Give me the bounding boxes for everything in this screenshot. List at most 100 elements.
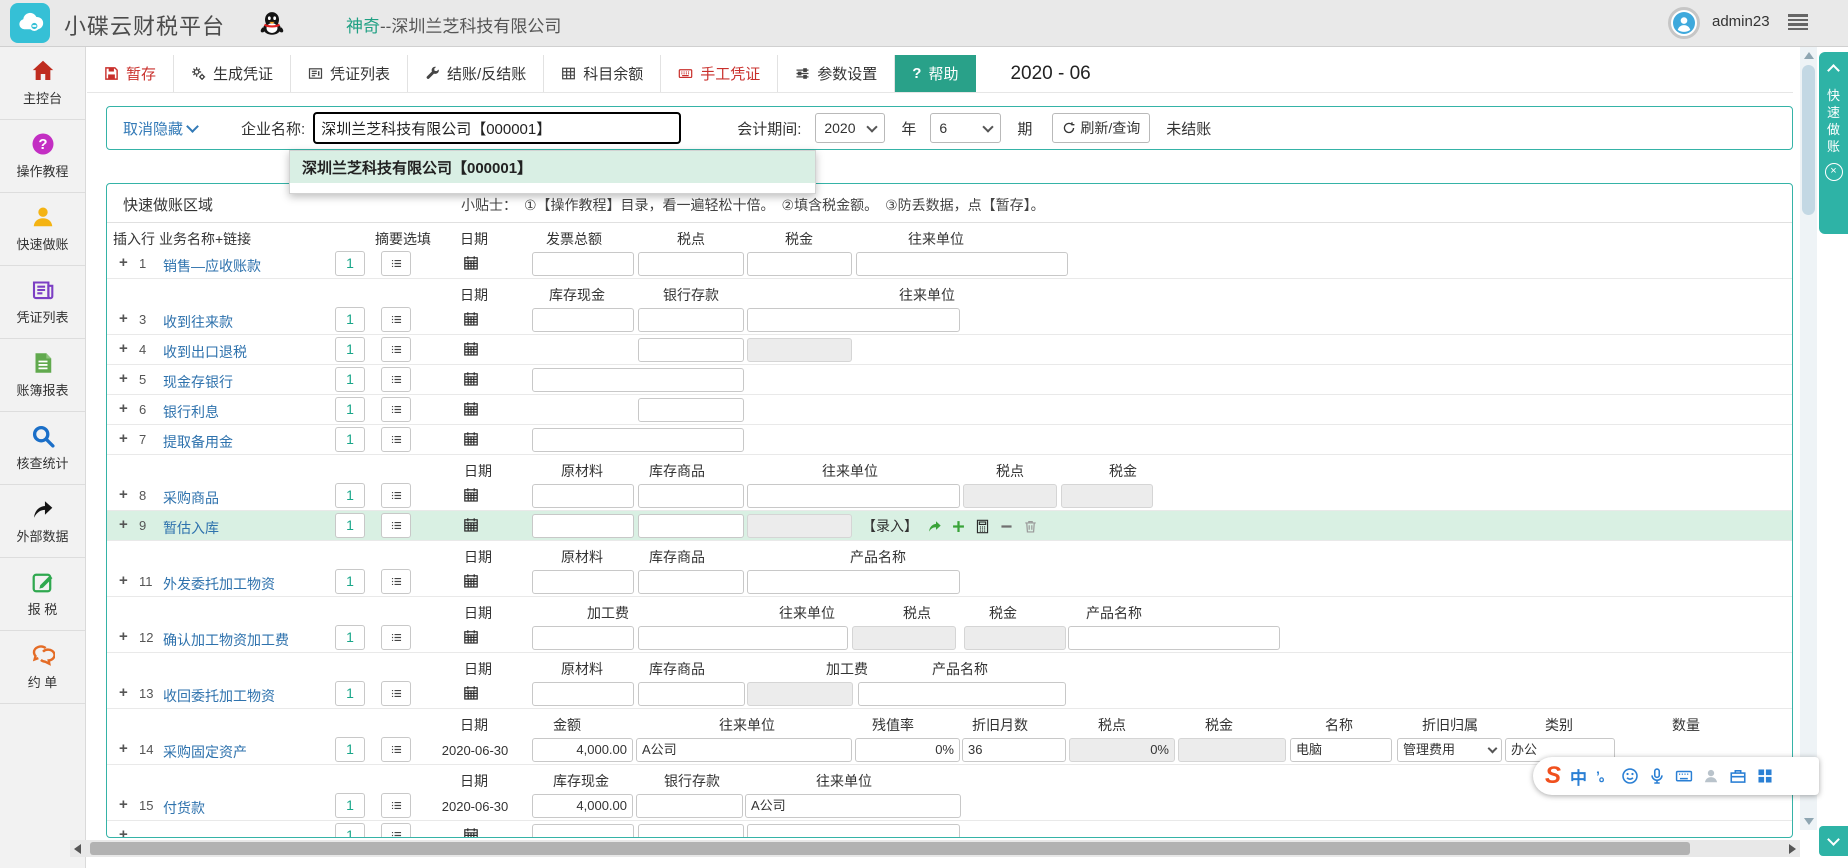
calendar-icon[interactable] [463, 311, 479, 327]
entry-count-box[interactable]: 1 [335, 427, 365, 452]
rail-vertical-label[interactable]: 快速做账 [1827, 87, 1840, 155]
toolbar-button-帮助[interactable]: ?帮助 [895, 55, 976, 92]
memo-select-button[interactable] [381, 427, 411, 452]
insert-row-icon[interactable]: + [119, 629, 128, 645]
entry-count-box[interactable]: 1 [335, 823, 365, 837]
chinese-mode[interactable]: 中 [1570, 764, 1587, 789]
scroll-up-arrow[interactable] [1804, 52, 1814, 59]
business-name-link[interactable]: 销售—应收账款 [163, 256, 261, 276]
field-input[interactable] [532, 252, 634, 276]
entry-count-box[interactable]: 1 [335, 337, 365, 362]
toolbar-button-凭证列表[interactable]: 凭证列表 [291, 55, 408, 92]
entry-count-box[interactable]: 1 [335, 737, 365, 762]
qq-penguin-icon[interactable] [258, 8, 286, 38]
toolbox-icon[interactable] [1729, 767, 1747, 785]
scroll-left-arrow[interactable] [74, 844, 81, 854]
horizontal-scrollbar[interactable] [70, 840, 1800, 857]
keyboard-blue-icon[interactable] [1675, 767, 1693, 785]
memo-select-button[interactable] [381, 483, 411, 508]
field-input[interactable] [1068, 626, 1280, 650]
field-input[interactable] [532, 824, 634, 837]
field-input[interactable]: 0% [855, 738, 960, 762]
field-input[interactable] [638, 514, 744, 538]
horizontal-scroll-thumb[interactable] [90, 842, 1690, 855]
year-select[interactable]: 2020 [815, 113, 885, 143]
memo-select-button[interactable] [381, 367, 411, 392]
rail-expand-down[interactable] [1819, 826, 1848, 856]
sidebar-item-快速做账[interactable]: 快速做账 [0, 193, 85, 266]
insert-row-icon[interactable]: + [119, 741, 128, 757]
scroll-right-arrow[interactable] [1789, 844, 1796, 854]
memo-select-button[interactable] [381, 513, 411, 538]
field-input[interactable] [747, 308, 960, 332]
refresh-query-button[interactable]: 刷新/查询 [1052, 113, 1150, 143]
insert-row-icon[interactable]: + [119, 311, 128, 327]
entry-count-box[interactable]: 1 [335, 251, 365, 276]
insert-row-icon[interactable]: + [119, 517, 128, 533]
sogou-logo[interactable]: S [1545, 764, 1561, 788]
field-input[interactable]: 4,000.00 [532, 738, 633, 762]
field-input[interactable] [638, 484, 744, 508]
field-input[interactable] [747, 570, 960, 594]
memo-select-button[interactable] [381, 681, 411, 706]
insert-row-icon[interactable]: + [119, 797, 128, 813]
calendar-icon[interactable] [463, 255, 479, 271]
business-name-link[interactable]: 提取备用金 [163, 432, 233, 452]
field-input[interactable] [532, 428, 744, 452]
entry-count-box[interactable]: 1 [335, 625, 365, 650]
entry-link[interactable]: 【录入】 [862, 516, 918, 536]
entry-count-box[interactable]: 1 [335, 367, 365, 392]
entry-count-box[interactable]: 1 [335, 307, 365, 332]
field-input[interactable] [858, 682, 1066, 706]
business-name-link[interactable]: 采购商品 [163, 488, 219, 508]
sidebar-item-约单[interactable]: 约 单 [0, 631, 85, 704]
field-input[interactable] [638, 682, 745, 706]
calendar-icon[interactable] [463, 827, 479, 837]
business-name-link[interactable]: 收到出口退税 [163, 342, 247, 362]
field-input[interactable] [638, 570, 744, 594]
memo-select-button[interactable] [381, 251, 411, 276]
field-input[interactable] [638, 308, 744, 332]
insert-row-icon[interactable]: + [119, 827, 128, 837]
entry-count-box[interactable]: 1 [335, 681, 365, 706]
field-select[interactable]: 管理费用 [1397, 738, 1502, 762]
insert-row-icon[interactable]: + [119, 487, 128, 503]
toolbar-button-科目余额[interactable]: 科目余额 [544, 55, 661, 92]
plus-icon[interactable] [951, 519, 966, 534]
field-input[interactable] [638, 824, 744, 837]
trash-icon[interactable] [1023, 519, 1038, 534]
punctuation-mode[interactable]: ’。 [1596, 766, 1612, 786]
business-name-link[interactable]: 收回委托加工物资 [163, 686, 275, 706]
field-input[interactable] [638, 252, 744, 276]
month-select[interactable]: 6 [930, 113, 1001, 143]
field-input[interactable]: 36 [962, 738, 1066, 762]
field-input[interactable] [638, 626, 848, 650]
company-name-input[interactable] [313, 112, 681, 144]
toolbar-button-暂存[interactable]: 暂存 [87, 55, 174, 92]
sidebar-item-报税[interactable]: 报 税 [0, 558, 85, 631]
toolbar-button-生成凭证[interactable]: 生成凭证 [174, 55, 291, 92]
memo-select-button[interactable] [381, 737, 411, 762]
vertical-scrollbar[interactable] [1800, 47, 1817, 830]
calendar-icon[interactable] [463, 573, 479, 589]
business-name-link[interactable]: 银行利息 [163, 402, 219, 422]
business-name-link[interactable]: 采购固定资产 [163, 742, 247, 762]
emoji-icon[interactable] [1621, 767, 1639, 785]
field-input[interactable] [638, 398, 744, 422]
sidebar-item-主控台[interactable]: 主控台 [0, 47, 85, 120]
business-name-link[interactable]: 付货款 [163, 798, 205, 818]
insert-row-icon[interactable]: + [119, 341, 128, 357]
calendar-icon[interactable] [463, 431, 479, 447]
memo-select-button[interactable] [381, 397, 411, 422]
calendar-icon[interactable] [463, 685, 479, 701]
company-suggest-item[interactable]: 深圳兰芝科技有限公司【000001】 [290, 151, 815, 183]
insert-row-icon[interactable]: + [119, 431, 128, 447]
business-name-link[interactable]: 确认加工物资加工费 [163, 630, 289, 650]
user-avatar[interactable] [1668, 7, 1700, 39]
memo-select-button[interactable] [381, 823, 411, 837]
insert-row-icon[interactable]: + [119, 573, 128, 589]
user-gray-icon[interactable] [1702, 767, 1720, 785]
entry-count-box[interactable]: 1 [335, 513, 365, 538]
field-input[interactable]: 电脑 [1290, 738, 1392, 762]
insert-row-icon[interactable]: + [119, 371, 128, 387]
